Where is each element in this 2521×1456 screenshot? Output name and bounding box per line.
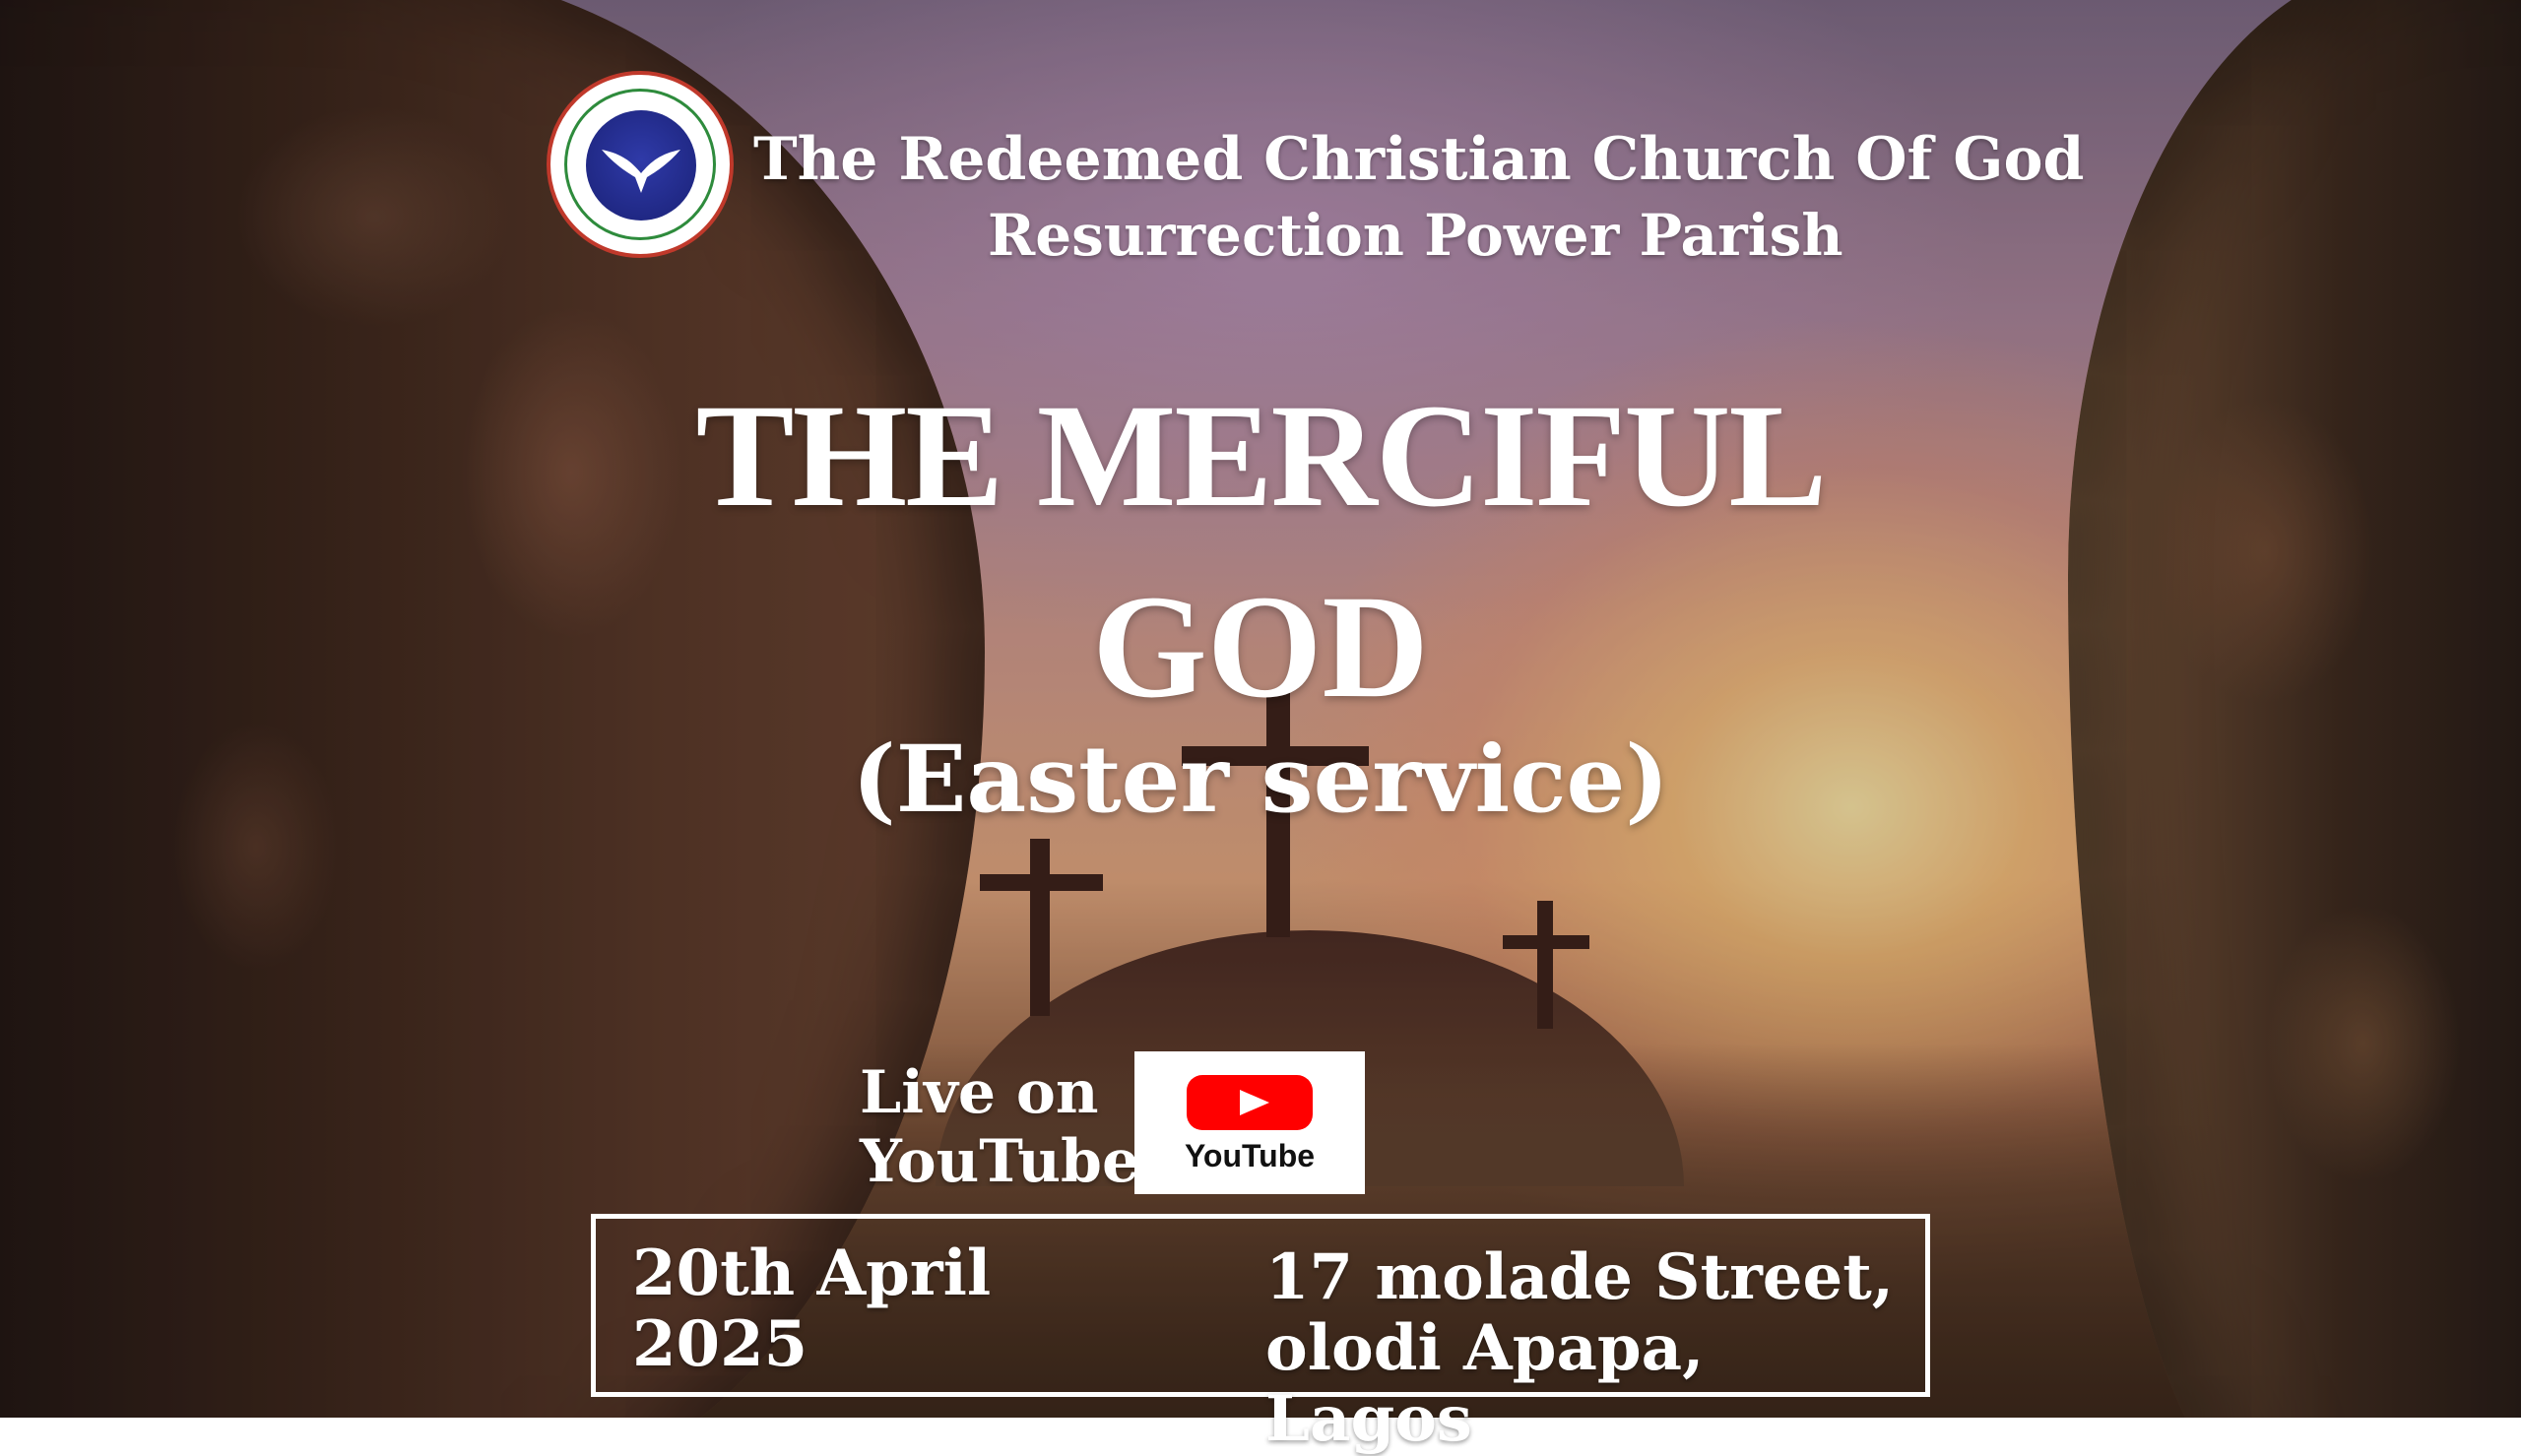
live-line2: YouTube: [860, 1127, 1140, 1196]
youtube-play-icon: [1187, 1075, 1313, 1130]
event-details-box: 20th April 2025 17 molade Street, olodi …: [591, 1214, 1930, 1455]
address-line1: 17 molade Street,: [1265, 1240, 1895, 1314]
date-line2: 2025: [632, 1307, 808, 1381]
live-on-youtube-text: Live on YouTube: [860, 1058, 1140, 1196]
event-subtitle: (Easter service): [852, 726, 1669, 834]
youtube-badge[interactable]: YouTube: [1134, 1051, 1365, 1194]
live-line1: Live on: [860, 1058, 1099, 1127]
event-title-line2: GOD: [1092, 565, 1429, 728]
dove-icon: [586, 110, 696, 221]
church-logo: [547, 71, 734, 258]
play-triangle-icon: [1240, 1090, 1269, 1115]
event-date: 20th April 2025: [632, 1238, 1125, 1380]
church-header: The Redeemed Christian Church Of God Res…: [547, 71, 2084, 278]
event-address: 17 molade Street, olodi Apapa, Lagos: [1265, 1242, 1915, 1455]
youtube-badge-label: YouTube: [1184, 1138, 1316, 1173]
church-name: The Redeemed Christian Church Of God: [753, 125, 2085, 194]
event-title-line1: THE MERCIFUL: [695, 374, 1828, 538]
date-line1: 20th April: [632, 1236, 992, 1310]
address-line2: olodi Apapa, Lagos: [1265, 1311, 1705, 1456]
parish-name: Resurrection Power Parish: [988, 202, 1843, 269]
